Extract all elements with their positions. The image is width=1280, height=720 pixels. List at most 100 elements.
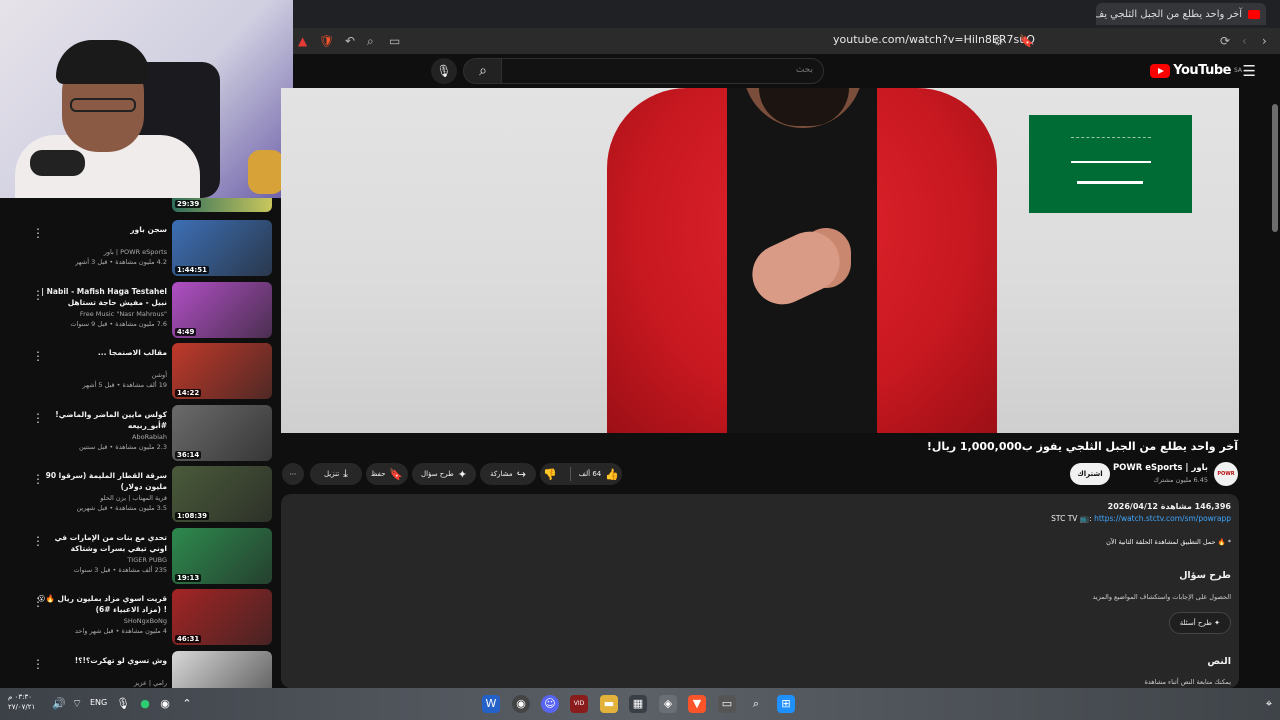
forward-arrow-icon[interactable]: ›: [1262, 33, 1267, 49]
reader-mode-icon[interactable]: ▭: [389, 33, 400, 49]
task-view-icon[interactable]: ▭: [718, 695, 736, 713]
site-settings-icon[interactable]: ⚙: [993, 33, 1004, 49]
related-video-channel[interactable]: رامي | عزيز: [17, 679, 167, 687]
related-video-meta: 4 مليون مشاهدة • قبل شهر واحد: [75, 627, 167, 635]
app-icon-red[interactable]: VID: [570, 695, 588, 713]
thumbs-up-icon[interactable]: 👍: [605, 468, 619, 481]
voice-search-button[interactable]: 🎙: [431, 58, 457, 84]
video-duration: 14:22: [175, 389, 202, 397]
streamer-glasses: [70, 98, 136, 112]
app-icon-gray[interactable]: ◈: [659, 695, 677, 713]
related-video-thumbnail[interactable]: 46:31: [172, 589, 272, 645]
clock-date: ٢٧/٠٧/٢١: [8, 703, 36, 711]
more-actions-button[interactable]: ⋯: [282, 463, 304, 485]
wifi-icon[interactable]: ⌔: [68, 695, 86, 713]
download-button[interactable]: ⤓ تنزيل: [310, 463, 362, 485]
store-icon[interactable]: ▦: [629, 695, 647, 713]
like-count[interactable]: 64 ألف: [579, 470, 601, 478]
related-video-item[interactable]: ⋮ كولس مايين الماضر والماضي! #أبو_ربيعه Ab…: [0, 404, 281, 465]
hamburger-menu-icon[interactable]: ☰: [1243, 62, 1256, 80]
related-video-channel[interactable]: قرية المهتاب | يزن الحلو: [17, 494, 167, 502]
video-duration: 36:14: [175, 450, 202, 459]
related-video-item[interactable]: ⋮ Nabil - Mafish Haga Testahel | نبيل - م…: [0, 281, 281, 342]
reload-icon[interactable]: ⟳: [1220, 33, 1230, 49]
related-video-meta: 7.6 مليون مشاهدة • قبل 9 سنوات: [70, 319, 167, 328]
related-video-title: Nabil - Mafish Haga Testahel | نبيل - مف…: [41, 286, 167, 307]
page-scrollbar-thumb[interactable]: [1272, 104, 1278, 232]
save-button[interactable]: 🔖 حفظ: [366, 463, 408, 485]
related-video-channel[interactable]: SHoNgxBoNg: [17, 617, 167, 625]
search-page-icon[interactable]: ⌕: [367, 33, 374, 49]
taskbar-search-icon[interactable]: ⌕: [747, 695, 765, 713]
back-arrow-icon[interactable]: ‹: [1242, 33, 1247, 49]
related-video-thumbnail[interactable]: 1:44:51: [172, 220, 272, 276]
ask-button[interactable]: ✦ طرح سؤال: [412, 463, 476, 485]
related-video-item[interactable]: ⋮ تحدي مع بنات من الإمارات في اوني تيفي ب…: [0, 527, 281, 588]
related-video-channel[interactable]: أوشن: [17, 371, 167, 379]
related-video-title: سجن باور: [130, 225, 167, 234]
view-stats: 146,396 مشاهدة 2026/04/12: [1107, 502, 1231, 511]
discord-icon[interactable]: ☺: [541, 695, 559, 713]
share-label: مشاركة: [490, 470, 513, 478]
share-button[interactable]: ↪ مشاركة: [480, 463, 536, 485]
related-video-channel[interactable]: AboRabiah: [17, 433, 167, 441]
taskbar-clock[interactable]: ٠٣:٣٠ م ٢٧/٠٧/٢١: [8, 692, 35, 712]
file-explorer-icon[interactable]: ▬: [600, 695, 618, 713]
browser-tab[interactable]: آخر واحد يطلع من الجبل الثلجي يف...: [1096, 3, 1266, 25]
brave-rewards-icon[interactable]: ▲: [298, 33, 307, 49]
related-video-thumbnail[interactable]: 4:49: [172, 281, 272, 338]
related-video-channel[interactable]: TIGER PUBG: [17, 556, 167, 564]
brave-shield-icon[interactable]: 🛡: [319, 33, 334, 49]
related-video-thumbnail[interactable]: 36:14: [172, 404, 272, 461]
start-menu-icon[interactable]: ⊞: [777, 695, 795, 713]
related-video-item[interactable]: ⋮ قريت اسوي مزاد بمليون ريال 🔥😮 ! (مزاد ا…: [0, 589, 281, 649]
brave-browser-icon[interactable]: ▼: [688, 695, 706, 713]
video-duration: 19:13: [175, 573, 202, 582]
channel-name[interactable]: POWR eSports | باور: [1113, 463, 1208, 473]
transcript-subtitle: يمكنك متابعة النص أثناء مشاهدة: [1144, 678, 1231, 686]
subscribe-button[interactable]: اشتراك: [1070, 463, 1110, 485]
related-video-channel[interactable]: باور | POWR eSports: [17, 248, 167, 256]
subscriber-count: 6.45 مليون مشترك: [1153, 476, 1208, 484]
app-icon-w[interactable]: W: [482, 695, 500, 713]
flag-sword: [1077, 181, 1143, 184]
ask-questions-button[interactable]: ✦ طرح أسئلة: [1168, 612, 1231, 634]
input-language[interactable]: ENG: [90, 698, 107, 707]
obs-tray-icon[interactable]: ◉: [156, 695, 174, 713]
ask-section-heading: طرح سؤال: [1179, 570, 1231, 581]
related-video-item[interactable]: ⋮وش تسوي لو تهكرت؟!؟!رامي | عزيز51 ألف م…: [0, 650, 281, 688]
video-player[interactable]: [281, 88, 1239, 433]
more-dots-icon: ⋯: [289, 470, 297, 478]
obs-app-icon[interactable]: ◉: [512, 695, 530, 713]
related-video-thumbnail[interactable]: 19:13: [172, 527, 272, 584]
related-video-thumbnail[interactable]: 1:08:39: [172, 466, 272, 522]
related-video-thumbnail[interactable]: 14:22: [172, 343, 272, 399]
related-video-item[interactable]: ⋮ سجن باور باور | POWR eSports 4.2 مليون مش…: [0, 220, 281, 280]
description-box[interactable]: 146,396 مشاهدة 2026/04/12 STC TV 📺: http…: [281, 494, 1239, 688]
search-input[interactable]: بحث: [501, 58, 824, 84]
speaker-icon[interactable]: 🔊: [50, 695, 68, 713]
related-video-item[interactable]: ⋮ سرقة القطار المليمة (سرقوا 90 مليون دول…: [0, 466, 281, 526]
youtube-logo[interactable]: YouTube SA: [1150, 63, 1242, 78]
stctv-link[interactable]: https://watch.stctv.com/sm/powrapp: [1094, 514, 1231, 523]
bookmark-save-icon: 🔖: [389, 467, 404, 481]
notification-icon[interactable]: ⌖: [1260, 695, 1278, 713]
flag-shahada: [1071, 137, 1151, 163]
address-bar: ▲ 🛡 ↶ ⌕ ▭ youtube.com/watch?v=Hiln8ER7su…: [293, 28, 1280, 54]
microphone-tray-icon[interactable]: 🎙: [114, 695, 132, 713]
url-field[interactable]: youtube.com/watch?v=Hiln8ER7suQ: [833, 33, 1035, 46]
tray-chevron-icon[interactable]: ⌃: [178, 695, 196, 713]
partial-thumbnail[interactable]: 29:39: [172, 198, 272, 212]
channel-avatar[interactable]: POWR: [1214, 462, 1238, 486]
ask-questions-label: طرح أسئلة: [1179, 619, 1212, 627]
bookmark-icon[interactable]: 🔖: [1019, 33, 1034, 49]
related-video-title: كولس مايين الماضر والماضي! #أبو_ربيعه: [55, 409, 167, 430]
video-duration: 1:08:39: [175, 512, 209, 520]
thumbs-down-icon[interactable]: 👎: [543, 468, 557, 481]
share-page-icon[interactable]: ↶: [345, 33, 355, 49]
search-button[interactable]: ⌕: [463, 58, 503, 84]
related-video-item[interactable]: ⋮ مقالب الاصنمجا ... أوشن 19 ألف مشاهدة • ق…: [0, 343, 281, 403]
related-video-channel[interactable]: Free Music "Nasr Mahrous": [17, 310, 167, 318]
status-dot-icon[interactable]: ●: [136, 695, 154, 713]
related-video-thumbnail[interactable]: [172, 650, 272, 688]
